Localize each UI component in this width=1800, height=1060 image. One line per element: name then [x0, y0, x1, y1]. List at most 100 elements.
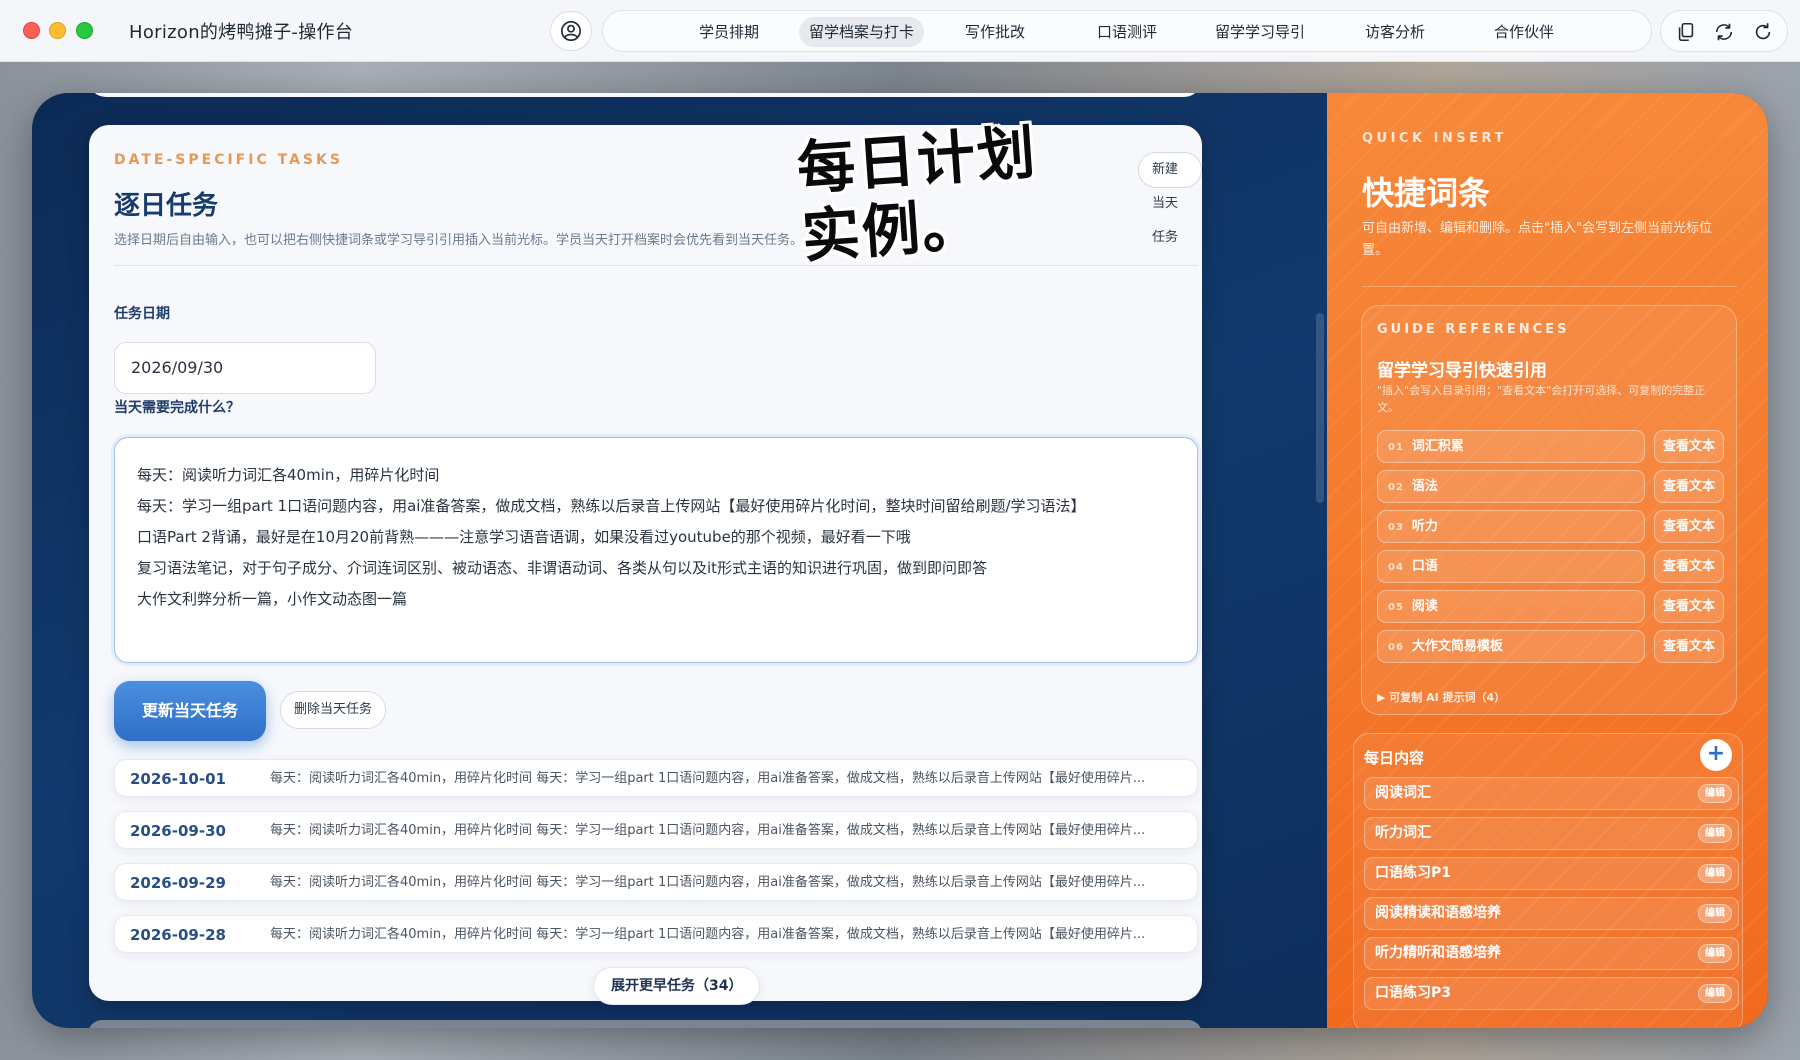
guide-title: 留学学习导引快速引用	[1377, 361, 1547, 381]
daily-item-label: 口语练习P3	[1375, 985, 1452, 1001]
view-text-button[interactable]: 查看文本	[1654, 510, 1724, 543]
guide-item-label: 词汇积累	[1411, 439, 1464, 454]
edit-daily-item-button[interactable]: 编辑	[1698, 944, 1732, 963]
previous-card-edge	[88, 93, 1202, 97]
guide-item-listening[interactable]: 03 听力	[1377, 510, 1645, 543]
daily-item-label: 口语练习P1	[1375, 865, 1452, 881]
minimize-window-button[interactable]	[49, 22, 66, 39]
nav-item-partners[interactable]: 合作伙伴	[1484, 17, 1564, 47]
view-text-button[interactable]: 查看文本	[1654, 550, 1724, 583]
guide-eyebrow: GUIDE REFERENCES	[1377, 322, 1570, 337]
copy-icon[interactable]	[1675, 21, 1697, 43]
nav-item-visitor-analytics[interactable]: 访客分析	[1355, 17, 1435, 47]
reload-icon[interactable]	[1752, 21, 1774, 43]
section-divider	[114, 265, 1198, 266]
quick-insert-divider	[1362, 286, 1737, 287]
view-text-button[interactable]: 查看文本	[1654, 470, 1724, 503]
task-row-summary: 每天：阅读听力词汇各40min，用碎片化时间 每天：学习一组part 1口语问题…	[270, 823, 1146, 838]
section-eyebrow: DATE-SPECIFIC TASKS	[114, 152, 343, 168]
toolbar-actions	[1660, 10, 1788, 52]
nav-item-speaking-test[interactable]: 口语测评	[1087, 17, 1167, 47]
nav-item-study-guide[interactable]: 留学学习导引	[1205, 17, 1315, 47]
nav-item-profile-checkin[interactable]: 留学档案与打卡	[799, 17, 925, 47]
daily-content-box: 每日内容 + 阅读词汇 编辑 听力词汇 编辑 口语练习P1 编辑 阅读精读和语感…	[1353, 733, 1743, 1028]
edit-daily-item-button[interactable]: 编辑	[1698, 824, 1732, 843]
guide-item-label: 大作文简易模板	[1411, 639, 1503, 654]
ai-prompts-toggle[interactable]: ▶ 可复制 AI 提示词（4）	[1377, 689, 1505, 705]
nav-item-writing-review[interactable]: 写作批改	[955, 17, 1035, 47]
daily-item-label: 听力词汇	[1375, 825, 1431, 841]
edit-daily-item-button[interactable]: 编辑	[1698, 904, 1732, 923]
nav-item-schedule[interactable]: 学员排期	[689, 17, 769, 47]
edit-daily-item-button[interactable]: 编辑	[1698, 864, 1732, 883]
task-row-date: 2026-10-01	[130, 770, 226, 788]
guide-item-label: 语法	[1411, 479, 1438, 494]
daily-item[interactable]: 口语练习P3 编辑	[1364, 977, 1739, 1010]
close-window-button[interactable]	[23, 22, 40, 39]
daily-item[interactable]: 听力词汇 编辑	[1364, 817, 1739, 850]
daily-item-label: 听力精听和语感培养	[1375, 945, 1501, 961]
task-content-line: 大作文利弊分析一篇，小作文动态图一篇	[137, 590, 408, 608]
task-content-line: 口语Part 2背诵，最好是在10月20前背熟———注意学习语音语调，如果没看过…	[137, 528, 911, 546]
guide-description: "插入"会写入目录引用；"查看文本"会打开可选择、可复制的完整正文。	[1377, 384, 1706, 414]
task-row-date: 2026-09-30	[130, 822, 226, 840]
quick-insert-title: 快捷词条	[1362, 174, 1491, 212]
daily-content-title: 每日内容	[1364, 749, 1425, 767]
daily-item[interactable]: 阅读词汇 编辑	[1364, 777, 1739, 810]
update-day-task-button[interactable]: 更新当天任务	[114, 681, 266, 741]
guide-item-label: 听力	[1411, 519, 1438, 534]
task-list-row[interactable]: 2026-09-29 每天：阅读听力词汇各40min，用碎片化时间 每天：学习一…	[114, 863, 1198, 901]
app-title: Horizon的烤鸭摊子-操作台	[129, 22, 354, 43]
section-title: 逐日任务	[114, 191, 219, 221]
view-text-button[interactable]: 查看文本	[1654, 430, 1724, 463]
guide-item-reading[interactable]: 05 阅读	[1377, 590, 1645, 623]
view-text-button[interactable]: 查看文本	[1654, 590, 1724, 623]
task-row-summary: 每天：阅读听力词汇各40min，用碎片化时间 每天：学习一组part 1口语问题…	[270, 927, 1146, 942]
daily-item[interactable]: 听力精听和语感培养 编辑	[1364, 937, 1739, 970]
edit-daily-item-button[interactable]: 编辑	[1698, 984, 1732, 1003]
daily-item[interactable]: 阅读精读和语感培养 编辑	[1364, 897, 1739, 930]
expand-earlier-tasks-button[interactable]: 展开更早任务（34）	[593, 967, 761, 1005]
guide-item-essay-template[interactable]: 06 大作文简易模板	[1377, 630, 1645, 663]
guide-item-number: 06	[1388, 642, 1404, 653]
sync-icon[interactable]	[1713, 21, 1735, 43]
next-card-edge	[88, 1020, 1202, 1028]
task-row-summary: 每天：阅读听力词汇各40min，用碎片化时间 每天：学习一组part 1口语问题…	[270, 875, 1146, 890]
task-row-date: 2026-09-28	[130, 926, 226, 944]
task-content-line: 每天：学习一组part 1口语问题内容，用ai准备答案，做成文档，熟练以后录音上…	[137, 497, 1086, 515]
zoom-window-button[interactable]	[76, 22, 93, 39]
daily-item[interactable]: 口语练习P1 编辑	[1364, 857, 1739, 890]
guide-item-number: 05	[1388, 602, 1404, 613]
task-content-textarea[interactable]: 每天：阅读听力词汇各40min，用碎片化时间 每天：学习一组part 1口语问题…	[114, 437, 1198, 663]
guide-item-number: 03	[1388, 522, 1404, 533]
overlay-caption: 每日计划 实例。	[795, 118, 1044, 270]
guide-item-label: 阅读	[1411, 599, 1438, 614]
quick-insert-eyebrow: QUICK INSERT	[1362, 131, 1507, 146]
guide-item-grammar[interactable]: 02 语法	[1377, 470, 1645, 503]
task-list-row[interactable]: 2026-09-28 每天：阅读听力词汇各40min，用碎片化时间 每天：学习一…	[114, 915, 1198, 953]
title-bar: Horizon的烤鸭摊子-操作台 学员排期 留学档案与打卡 写作批改 口语测评 …	[0, 0, 1800, 62]
section-description: 选择日期后自由输入，也可以把右侧快捷词条或学习导引引用插入当前光标。学员当天打开…	[114, 233, 804, 248]
quick-insert-panel: QUICK INSERT 快捷词条 可自由新增、编辑和删除。点击"插入"会写到左…	[1327, 93, 1768, 1028]
task-list-row[interactable]: 2026-10-01 每天：阅读听力词汇各40min，用碎片化时间 每天：学习一…	[114, 759, 1198, 797]
new-day-task-button[interactable]: 新建当天任务	[1138, 152, 1202, 245]
guide-item-number: 02	[1388, 482, 1404, 493]
task-content-line: 复习语法笔记，对于句子成分、介词连词区别、被动语态、非谓语动词、各类从句以及it…	[137, 559, 988, 577]
view-text-button[interactable]: 查看文本	[1654, 630, 1724, 663]
add-daily-item-button[interactable]: +	[1700, 739, 1732, 771]
guide-item-vocabulary[interactable]: 01 词汇积累	[1377, 430, 1645, 463]
guide-item-label: 口语	[1411, 559, 1438, 574]
task-date-input[interactable]: 2026/09/30	[114, 342, 376, 394]
delete-day-task-button[interactable]: 删除当天任务	[280, 691, 387, 729]
daily-tasks-card: DATE-SPECIFIC TASKS 逐日任务 选择日期后自由输入，也可以把右…	[89, 125, 1202, 1005]
guide-item-number: 01	[1388, 442, 1404, 453]
quick-insert-description: 可自由新增、编辑和删除。点击"插入"会写到左侧当前光标位置。	[1362, 221, 1712, 258]
task-list-row[interactable]: 2026-09-30 每天：阅读听力词汇各40min，用碎片化时间 每天：学习一…	[114, 811, 1198, 849]
task-row-summary: 每天：阅读听力词汇各40min，用碎片化时间 每天：学习一组part 1口语问题…	[270, 771, 1146, 786]
task-date-label: 任务日期	[114, 306, 170, 322]
edit-daily-item-button[interactable]: 编辑	[1698, 784, 1732, 803]
scrollbar[interactable]	[1316, 313, 1324, 503]
user-account-button[interactable]	[550, 11, 592, 51]
daily-item-label: 阅读词汇	[1375, 785, 1431, 801]
guide-item-speaking[interactable]: 04 口语	[1377, 550, 1645, 583]
